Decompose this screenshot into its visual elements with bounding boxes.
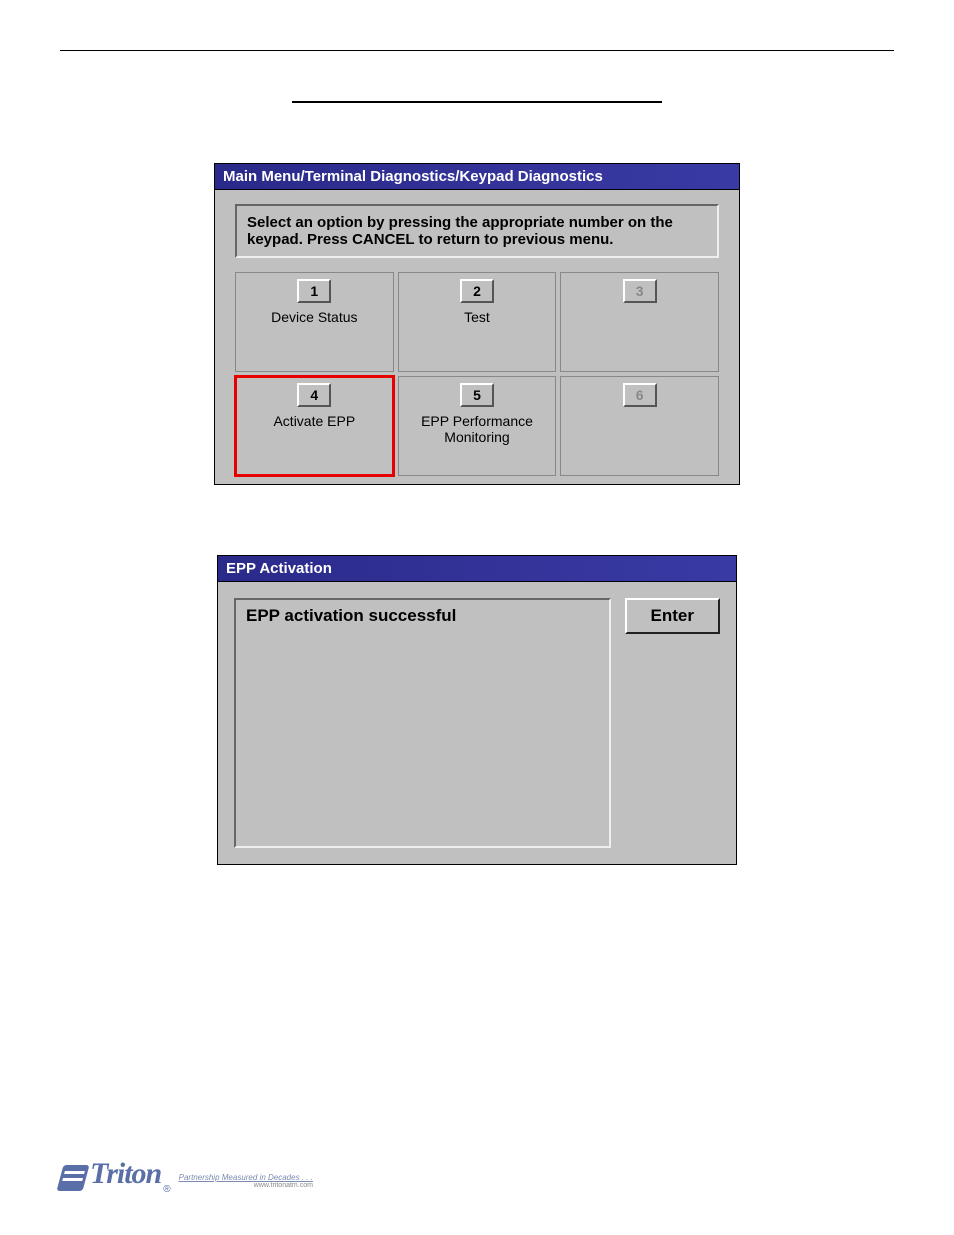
header-rule [60, 50, 894, 51]
keypad-button-2[interactable]: 2 [460, 279, 494, 303]
keypad-button-5[interactable]: 5 [460, 383, 494, 407]
epp-activation-window: EPP Activation EPP activation successful… [217, 555, 737, 865]
keypad-cell-4[interactable]: 4 Activate EPP [235, 376, 394, 476]
keypad-grid: 1 Device Status 2 Test 3 4 Activate EPP … [235, 272, 719, 476]
keypad-button-4[interactable]: 4 [297, 383, 331, 407]
keypad-cell-5[interactable]: 5 EPP Performance Monitoring [398, 376, 557, 476]
tagline-text: Partnership Measured in Decades . . . [179, 1173, 313, 1182]
footer-logo: Triton ® Partnership Measured in Decades… [60, 1157, 313, 1191]
tagline-block: Partnership Measured in Decades . . . ww… [179, 1173, 313, 1189]
keypad-cell-1[interactable]: 1 Device Status [235, 272, 394, 372]
window-titlebar: Main Menu/Terminal Diagnostics/Keypad Di… [215, 164, 739, 190]
window-titlebar: EPP Activation [218, 556, 736, 582]
keypad-button-1[interactable]: 1 [297, 279, 331, 303]
activation-message: EPP activation successful [234, 598, 611, 848]
keypad-button-6: 6 [623, 383, 657, 407]
keypad-button-3: 3 [623, 279, 657, 303]
keypad-label: Activate EPP [236, 413, 393, 429]
keypad-cell-3: 3 [560, 272, 719, 372]
keypad-cell-6: 6 [560, 376, 719, 476]
brand-name: Triton [90, 1157, 161, 1191]
keypad-label: EPP Performance Monitoring [399, 413, 556, 445]
keypad-cell-2[interactable]: 2 Test [398, 272, 557, 372]
keypad-diagnostics-window: Main Menu/Terminal Diagnostics/Keypad Di… [214, 163, 740, 485]
section-title-underline [292, 101, 662, 103]
triton-logo-icon [57, 1165, 90, 1191]
footer-url: www.tritonatm.com [179, 1182, 313, 1189]
instruction-text: Select an option by pressing the appropr… [235, 204, 719, 258]
registered-mark: ® [163, 1184, 170, 1195]
keypad-label: Test [399, 309, 556, 325]
enter-button[interactable]: Enter [625, 598, 720, 634]
keypad-label: Device Status [236, 309, 393, 325]
